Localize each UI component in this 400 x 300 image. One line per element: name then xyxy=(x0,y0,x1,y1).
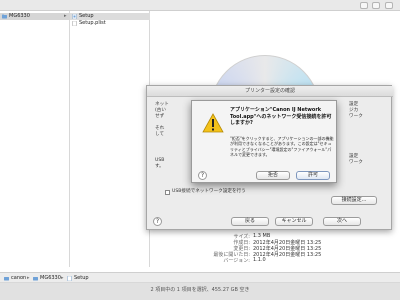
folder-icon xyxy=(2,14,7,19)
folder-icon xyxy=(33,277,38,281)
alert-title: アプリケーション"Canon IJ Network Tool.app"へのネット… xyxy=(230,107,332,127)
meta-value: 1.1.0 xyxy=(253,257,266,263)
sheet-text: ワーク xyxy=(349,114,363,119)
list-item-selected[interactable]: Setup xyxy=(70,13,150,20)
list-item[interactable]: Setup.plist xyxy=(70,20,150,27)
view-options-button[interactable] xyxy=(372,2,380,9)
folder-icon xyxy=(4,277,9,281)
status-bar: 2 項目中の 1 項目を選択、455.27 GB 空き xyxy=(0,283,400,300)
alert-message: "拒否"をクリックすると、アプリケーションの一部の機能が利用できなくなることがあ… xyxy=(230,136,334,158)
next-button[interactable]: 次へ xyxy=(323,217,361,226)
back-button[interactable]: 戻る xyxy=(231,217,269,226)
sheet-title: プリンター設定の確認 xyxy=(147,86,393,97)
sheet-text: せず xyxy=(155,114,165,119)
list-item-label: Setup.plist xyxy=(79,20,106,26)
cancel-button[interactable]: キャンセル xyxy=(275,217,313,226)
chevron-right-icon: ▸ xyxy=(64,13,67,19)
sheet-left-text: ネット (古い せず それ して USB す。 xyxy=(155,102,195,172)
file-icon xyxy=(67,276,72,281)
sheet-text: ワーク xyxy=(349,160,363,165)
file-icon xyxy=(72,14,77,19)
list-item-selected[interactable]: MG6330 ▸ xyxy=(0,13,70,20)
meta-label: バージョン: xyxy=(223,258,250,264)
sheet-text: して xyxy=(155,132,165,137)
list-item-label: Setup xyxy=(79,13,94,19)
usb-setup-checkbox[interactable] xyxy=(165,190,170,195)
usb-setup-label: USB接続でネットワーク設定を行う xyxy=(172,189,246,194)
toolbar xyxy=(0,0,400,11)
browser-column-1[interactable]: MG6330 ▸ xyxy=(0,11,70,267)
sheet-text: す。 xyxy=(155,164,164,169)
sheet-right-text: 設定 ジカ ワーク 設定 ワーク xyxy=(349,102,385,172)
path-item[interactable]: canon xyxy=(11,275,26,282)
share-button[interactable] xyxy=(385,2,393,9)
chevron-right-icon: ▸ xyxy=(27,275,30,281)
status-text: 2 項目中の 1 項目を選択、455.27 GB 空き xyxy=(150,287,250,293)
search-button[interactable] xyxy=(360,2,368,9)
metadata: サイズ: 1.3 MB 作成日: 2012年4月20日金曜日 13:25 変更日… xyxy=(190,233,390,271)
path-item[interactable]: Setup xyxy=(74,275,89,282)
warning-icon xyxy=(202,113,224,133)
help-icon[interactable]: ? xyxy=(153,217,162,226)
help-icon[interactable]: ? xyxy=(198,171,207,180)
list-item-label: MG6330 xyxy=(9,13,30,19)
chevron-right-icon: ▸ xyxy=(61,275,64,281)
path-bar: canon ▸ MG6330 ▸ Setup xyxy=(0,272,400,283)
allow-button[interactable]: 許可 xyxy=(296,171,330,180)
file-icon xyxy=(72,21,77,26)
connection-settings-button[interactable]: 接続設定... xyxy=(331,196,377,205)
deny-button[interactable]: 拒否 xyxy=(256,171,290,180)
firewall-alert: アプリケーション"Canon IJ Network Tool.app"へのネット… xyxy=(191,100,337,183)
browser-column-2[interactable]: Setup Setup.plist xyxy=(70,11,150,267)
path-item[interactable]: MG6330 xyxy=(40,275,61,282)
